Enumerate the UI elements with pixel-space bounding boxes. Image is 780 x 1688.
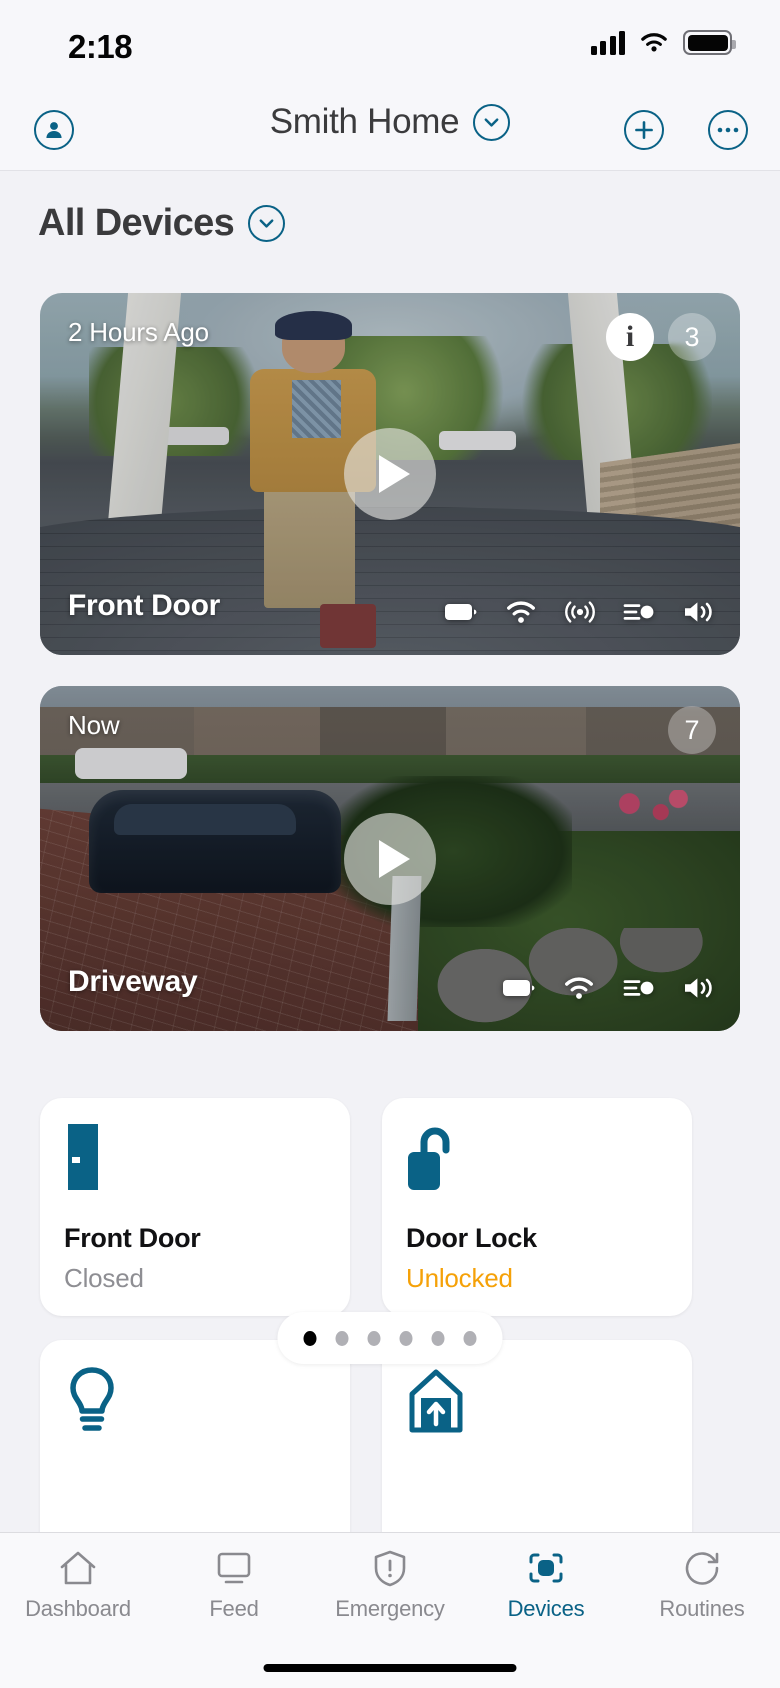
- clock-arrow-icon: [685, 1552, 719, 1585]
- door-icon: [64, 1124, 108, 1201]
- device-tile-garage[interactable]: [382, 1340, 692, 1558]
- section-title: All Devices: [38, 202, 235, 244]
- speaker-icon: [685, 978, 712, 998]
- battery-full-icon: [683, 30, 736, 55]
- camera-card-front-door[interactable]: 2 Hours Ago i 3 Front Door: [40, 293, 740, 655]
- more-options-button[interactable]: [708, 110, 748, 150]
- tab-label: Dashboard: [25, 1596, 131, 1621]
- garage-door-icon: [406, 1366, 466, 1441]
- device-tile-light[interactable]: [40, 1340, 350, 1558]
- device-state: Unlocked: [406, 1263, 513, 1293]
- section-header[interactable]: All Devices: [38, 202, 286, 245]
- page-dot-3[interactable]: [367, 1330, 381, 1346]
- tab-label: Emergency: [335, 1596, 445, 1621]
- devices-icon: [529, 1553, 563, 1583]
- tab-label: Feed: [209, 1596, 259, 1621]
- play-button[interactable]: [344, 812, 436, 905]
- page-dot-2[interactable]: [335, 1330, 349, 1346]
- camera-name: Front Door: [68, 589, 220, 622]
- battery-icon: [503, 980, 535, 996]
- play-button[interactable]: [344, 428, 436, 520]
- speaker-icon: [685, 602, 712, 622]
- lightbulb-icon: [64, 1366, 120, 1441]
- tab-routines[interactable]: Routines: [624, 1533, 780, 1622]
- status-indicators: [590, 30, 736, 55]
- play-icon: [379, 455, 410, 493]
- home-indicator: [263, 1664, 517, 1672]
- device-tile-front-door[interactable]: Front Door Closed: [40, 1098, 350, 1316]
- shield-alert-icon: [374, 1550, 406, 1587]
- monitor-icon: [217, 1552, 251, 1584]
- page-dot-1[interactable]: [303, 1330, 317, 1346]
- play-icon: [379, 839, 410, 878]
- wifi-icon: [641, 32, 667, 51]
- camera-status-icons-driveway: [502, 975, 714, 1001]
- wifi-icon: [507, 601, 535, 623]
- spotlight-icon: [623, 980, 654, 996]
- wifi-icon: [565, 977, 593, 999]
- spotlight-icon: [623, 604, 654, 620]
- event-count-badge[interactable]: 3: [668, 313, 716, 361]
- tab-label: Routines: [659, 1596, 745, 1621]
- chevron-down-circle-icon[interactable]: [473, 103, 511, 141]
- navigation-bar: Smith Home: [0, 88, 780, 171]
- page-dot-5[interactable]: [431, 1330, 445, 1346]
- camera-timestamp: 2 Hours Ago: [68, 317, 209, 347]
- camera-status-icons-front-door: [444, 599, 714, 625]
- camera-name: Driveway: [68, 965, 198, 998]
- tab-devices[interactable]: Devices: [468, 1533, 624, 1622]
- tab-dashboard[interactable]: Dashboard: [0, 1533, 156, 1622]
- info-badge-icon[interactable]: i: [606, 313, 654, 361]
- status-time: 2:18: [68, 28, 133, 65]
- ellipsis-icon: [717, 127, 739, 133]
- tab-feed[interactable]: Feed: [156, 1533, 312, 1622]
- app-screen: 2:18 Smith Home All Devices 2 Hours Ago …: [0, 0, 780, 1688]
- status-bar: 2:18: [0, 0, 780, 88]
- device-tile-door-lock[interactable]: Door Lock Unlocked: [382, 1098, 692, 1316]
- add-device-button[interactable]: [624, 110, 664, 150]
- device-name: Front Door: [64, 1223, 201, 1253]
- device-state: Closed: [64, 1263, 144, 1293]
- section-chevron-down-circle-icon[interactable]: [248, 205, 286, 242]
- battery-icon: [445, 604, 477, 620]
- page-dot-4[interactable]: [399, 1330, 413, 1346]
- bottom-tab-bar: Dashboard Feed Emergency Devices Routine…: [0, 1532, 780, 1688]
- page-dot-6[interactable]: [463, 1330, 477, 1346]
- page-title: Smith Home: [269, 102, 460, 141]
- camera-badges: 7: [668, 706, 716, 754]
- home-icon: [60, 1551, 96, 1585]
- cellular-bars-icon: [590, 30, 625, 55]
- tab-label: Devices: [507, 1596, 585, 1621]
- plus-icon: [635, 121, 653, 139]
- camera-card-driveway[interactable]: Now 7 Driveway: [40, 686, 740, 1031]
- camera-badges: i 3: [606, 313, 716, 361]
- tab-emergency[interactable]: Emergency: [312, 1533, 468, 1622]
- pagination-dots[interactable]: [277, 1312, 503, 1364]
- device-name: Door Lock: [406, 1223, 537, 1253]
- camera-timestamp: Now: [68, 710, 120, 740]
- unlocked-lock-icon: [406, 1124, 460, 1201]
- event-count-badge[interactable]: 7: [668, 706, 716, 754]
- motion-sensor-icon: [565, 601, 595, 623]
